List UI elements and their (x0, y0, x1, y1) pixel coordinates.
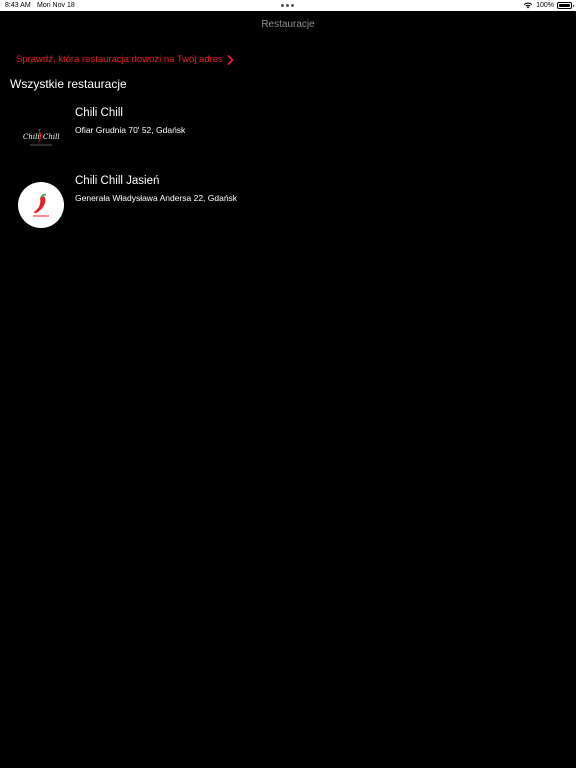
svg-text:Chili: Chili (23, 133, 40, 141)
check-delivery-link[interactable]: Sprawdź, która restauracja dowozi na Twó… (16, 54, 234, 65)
restaurant-item[interactable]: Chili Chill Jasień Generała Władysława A… (0, 174, 576, 238)
page-title: Restauracje (261, 19, 315, 30)
status-right: 100% (523, 1, 574, 9)
svg-text:Chill: Chill (43, 133, 60, 141)
chili-chill-logo: Chili Chill (18, 114, 64, 160)
restaurant-name: Chili Chill (75, 107, 123, 119)
multitasking-dots-icon[interactable] (281, 4, 294, 7)
restaurant-name: Chili Chill Jasień (75, 175, 160, 187)
chili-pepper-logo (18, 182, 64, 228)
battery-fill (559, 3, 570, 7)
section-title: Wszystkie restauracje (10, 77, 127, 91)
restaurant-item[interactable]: Chili Chill Chili Chill Ofiar Grudnia 70… (0, 106, 576, 170)
restaurant-address: Generała Władysława Andersa 22, Gdańsk (75, 193, 238, 203)
status-bar: 8:43 AM Mon Nov 18 100% (0, 0, 576, 11)
battery-percent: 100% (536, 1, 554, 9)
status-date: Mon Nov 18 (37, 1, 75, 9)
chevron-right-icon (227, 54, 234, 65)
wifi-icon (523, 2, 533, 9)
battery-icon (557, 1, 574, 9)
check-delivery-label: Sprawdź, która restauracja dowozi na Twó… (16, 54, 223, 65)
status-time: 8:43 AM (5, 1, 31, 9)
restaurant-address: Ofiar Grudnia 70' 52, Gdańsk (75, 125, 186, 135)
